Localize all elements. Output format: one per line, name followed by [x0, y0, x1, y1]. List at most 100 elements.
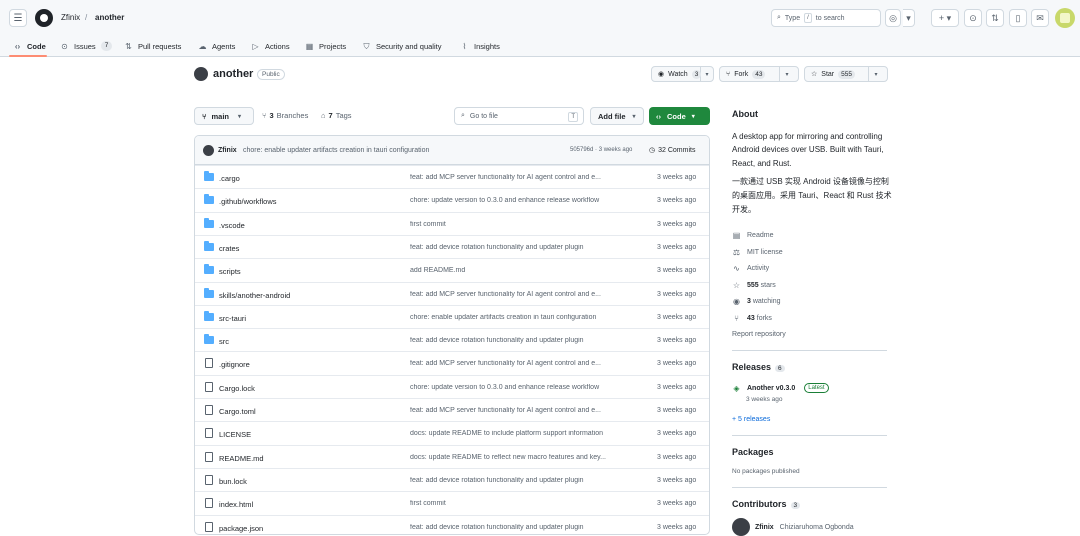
file-commit-message[interactable]: feat: add MCP server functionality for A…	[410, 360, 635, 367]
star-main[interactable]: ☆ Star 555	[805, 67, 869, 81]
releases-heading[interactable]: Releases 6	[732, 362, 785, 372]
contributor-entry[interactable]: Zfinix Chiziaruhoma Ogbonda	[755, 524, 854, 531]
file-commit-message[interactable]: docs: update README to reflect new macro…	[410, 454, 635, 461]
stars-link[interactable]: ☆ 555 stars	[732, 281, 776, 290]
file-row[interactable]: src feat: add device rotation functionali…	[195, 328, 709, 351]
menu-icon[interactable]: ☰	[9, 9, 27, 27]
tab-pull-requests[interactable]: ⇅ Pull requests	[124, 38, 181, 54]
file-name-link[interactable]: package.json	[219, 524, 263, 533]
file-row[interactable]: .cargo feat: add MCP server functionality…	[195, 165, 709, 188]
file-row[interactable]: .github/workflows chore: update version t…	[195, 188, 709, 211]
chevron-down-icon[interactable]: ▾	[701, 71, 713, 78]
file-name-link[interactable]: scripts	[219, 267, 241, 276]
packages-heading[interactable]: Packages	[732, 447, 774, 457]
more-releases-link[interactable]: + 5 releases	[732, 416, 770, 423]
tab-insights[interactable]: ⌇ Insights	[460, 38, 500, 54]
repositories-icon[interactable]: ▯	[1009, 9, 1027, 27]
file-commit-message[interactable]: first commit	[410, 221, 635, 228]
commit-hash-time[interactable]: 505796d · 3 weeks ago	[570, 147, 632, 153]
commit-author-avatar[interactable]	[203, 145, 214, 156]
file-row[interactable]: index.html first commit 3 weeks ago	[195, 491, 709, 514]
tab-code[interactable]: ‹› Code	[13, 38, 46, 54]
activity-link[interactable]: ∿ Activity	[732, 264, 769, 273]
go-to-file-input[interactable]: ⌕ Go to file T	[454, 107, 584, 125]
file-row[interactable]: .vscode first commit 3 weeks ago	[195, 211, 709, 235]
file-name-link[interactable]: src-tauri	[219, 314, 246, 323]
file-commit-message[interactable]: add README.md	[410, 267, 635, 274]
repo-title[interactable]: another	[213, 68, 253, 80]
issues-icon[interactable]: ⊙	[964, 9, 982, 27]
chevron-down-icon[interactable]: ▾	[869, 71, 883, 78]
file-commit-message[interactable]: feat: add MCP server functionality for A…	[410, 407, 635, 414]
fork-main[interactable]: ⑂ Fork 43	[720, 67, 780, 81]
file-commit-message[interactable]: first commit	[410, 500, 635, 507]
file-commit-message[interactable]: feat: add MCP server functionality for A…	[410, 174, 635, 181]
file-name-link[interactable]: src	[219, 337, 229, 346]
file-commit-message[interactable]: chore: update version to 0.3.0 and enhan…	[410, 197, 635, 204]
file-row[interactable]: src-tauri chore: enable updater artifacts…	[195, 304, 709, 328]
repo-owner-avatar[interactable]	[194, 67, 208, 81]
tab-agents[interactable]: ☁ Agents	[198, 38, 236, 54]
tab-security[interactable]: ⛉ Security and quality	[362, 38, 442, 54]
file-name-link[interactable]: .github/workflows	[219, 197, 277, 206]
user-avatar[interactable]	[1055, 8, 1075, 28]
copilot-dropdown-icon[interactable]: ▾	[903, 9, 915, 27]
chevron-down-icon[interactable]: ▾	[780, 71, 794, 78]
file-name-link[interactable]: Cargo.lock	[219, 384, 255, 393]
copilot-icon[interactable]: ◎	[885, 9, 901, 27]
file-commit-message[interactable]: feat: add device rotation functionality …	[410, 244, 635, 251]
create-new-button[interactable]: + ▾	[931, 9, 959, 27]
file-commit-message[interactable]: feat: add MCP server functionality for A…	[410, 291, 635, 298]
pull-requests-icon[interactable]: ⇅	[986, 9, 1004, 27]
global-search-input[interactable]: ⌕ Type / to search	[771, 9, 881, 27]
star-button[interactable]: ☆ Star 555 ▾	[804, 66, 888, 82]
commit-message[interactable]: chore: enable updater artifacts creation…	[243, 147, 429, 154]
file-name-link[interactable]: .vscode	[219, 221, 245, 230]
file-name-link[interactable]: bun.lock	[219, 477, 247, 486]
file-commit-message[interactable]: feat: add device rotation functionality …	[410, 477, 635, 484]
breadcrumb-repo[interactable]: another	[95, 13, 124, 22]
contributors-heading[interactable]: Contributors 3	[732, 499, 801, 509]
file-name-link[interactable]: .gitignore	[219, 360, 250, 369]
file-row[interactable]: README.md docs: update README to reflect …	[195, 444, 709, 468]
file-commit-message[interactable]: docs: update README to include platform …	[410, 430, 635, 437]
file-name-link[interactable]: crates	[219, 244, 239, 253]
file-row[interactable]: package.json feat: add device rotation fu…	[195, 514, 709, 535]
tags-link[interactable]: ⌂ 7 Tags	[321, 111, 352, 120]
file-row[interactable]: Cargo.toml feat: add MCP server functiona…	[195, 398, 709, 421]
file-row[interactable]: LICENSE docs: update README to include pl…	[195, 421, 709, 444]
watching-link[interactable]: ◉ 3 watching	[732, 297, 781, 306]
commits-link[interactable]: ◷ 32 Commits	[649, 146, 695, 155]
file-commit-message[interactable]: chore: enable updater artifacts creation…	[410, 314, 635, 321]
file-row[interactable]: skills/another-android feat: add MCP serv…	[195, 281, 709, 305]
file-name-link[interactable]: Cargo.toml	[219, 407, 256, 416]
inbox-icon[interactable]: ✉	[1031, 9, 1049, 27]
readme-link[interactable]: ▤ Readme	[732, 231, 774, 240]
breadcrumb-owner[interactable]: Zfinix	[61, 13, 80, 22]
license-link[interactable]: ⚖ MIT license	[732, 248, 783, 257]
branches-link[interactable]: ⑂ 3 Branches	[262, 111, 308, 120]
branch-selector[interactable]: ⑂ main ▾	[194, 107, 254, 125]
add-file-button[interactable]: Add file ▾	[590, 107, 644, 125]
github-logo-icon[interactable]	[35, 9, 53, 27]
file-commit-message[interactable]: chore: update version to 0.3.0 and enhan…	[410, 384, 635, 391]
contributor-avatar[interactable]	[732, 518, 750, 536]
file-row[interactable]: scripts add README.md 3 weeks ago	[195, 258, 709, 281]
file-row[interactable]: Cargo.lock chore: update version to 0.3.0…	[195, 374, 709, 398]
watch-button[interactable]: ◉ Watch 3 ▾	[651, 66, 714, 82]
tab-projects[interactable]: ▦ Projects	[305, 38, 346, 54]
latest-release-link[interactable]: ◈ Another v0.3.0 Latest	[732, 383, 829, 393]
forks-link[interactable]: ⑂ 43 forks	[732, 314, 772, 323]
file-commit-message[interactable]: feat: add device rotation functionality …	[410, 337, 635, 344]
file-row[interactable]: bun.lock feat: add device rotation functi…	[195, 467, 709, 491]
tab-issues[interactable]: ⊙ Issues 7	[60, 38, 113, 54]
report-repository-link[interactable]: Report repository	[732, 331, 786, 338]
file-commit-message[interactable]: feat: add device rotation functionality …	[410, 524, 635, 531]
file-row[interactable]: crates feat: add device rotation function…	[195, 234, 709, 258]
watch-main[interactable]: ◉ Watch 3	[652, 67, 702, 81]
tab-actions[interactable]: ▷ Actions	[251, 38, 289, 54]
fork-button[interactable]: ⑂ Fork 43 ▾	[719, 66, 799, 82]
file-name-link[interactable]: README.md	[219, 454, 264, 463]
code-button[interactable]: ‹› Code ▾	[649, 107, 710, 125]
file-name-link[interactable]: index.html	[219, 500, 253, 509]
